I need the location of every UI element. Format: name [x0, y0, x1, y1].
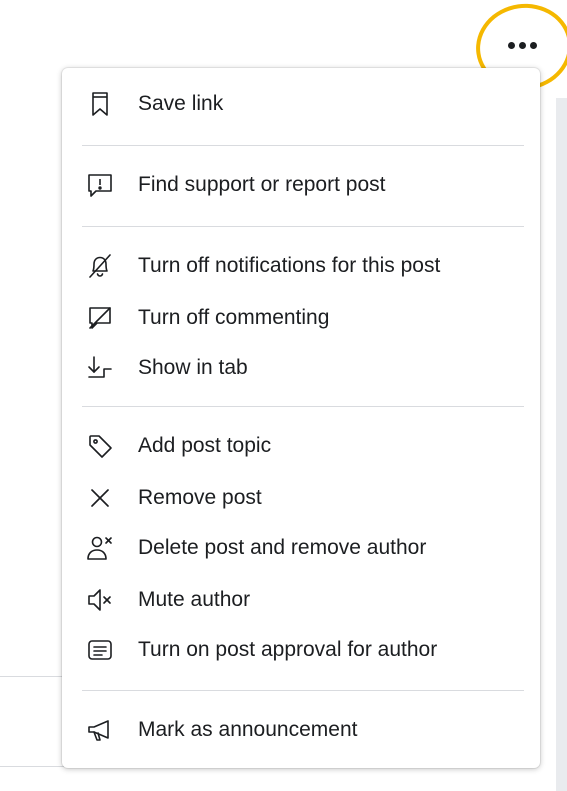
- mute-icon: [86, 586, 114, 614]
- post-divider: [0, 766, 64, 767]
- close-icon: [86, 484, 114, 512]
- report-icon: [86, 171, 114, 199]
- menu-item-delete-post-remove-author[interactable]: Delete post and remove author: [62, 524, 540, 572]
- comment-off-icon: [86, 304, 114, 332]
- post-divider: [0, 676, 64, 677]
- menu-item-label: Delete post and remove author: [138, 536, 427, 559]
- menu-item-label: Mark as announcement: [138, 718, 358, 741]
- more-horizontal-icon-dot: [529, 41, 537, 49]
- approval-icon: [86, 636, 114, 664]
- menu-item-add-post-topic[interactable]: Add post topic: [62, 422, 540, 470]
- more-horizontal-icon: [507, 41, 515, 49]
- menu-divider: [82, 145, 524, 146]
- menu-divider: [82, 406, 524, 407]
- menu-item-mute-author[interactable]: Mute author: [62, 576, 540, 624]
- bell-off-icon: [86, 252, 114, 280]
- menu-item-label: Remove post: [138, 486, 262, 509]
- menu-item-label: Show in tab: [138, 356, 248, 379]
- bookmark-icon: [86, 90, 114, 118]
- menu-item-label: Save link: [138, 92, 224, 115]
- menu-item-post-approval[interactable]: Turn on post approval for author: [62, 626, 540, 674]
- more-options-button[interactable]: [500, 28, 544, 62]
- menu-divider: [82, 690, 524, 691]
- menu-item-turn-off-commenting[interactable]: Turn off commenting: [62, 294, 540, 342]
- menu-item-mark-announcement[interactable]: Mark as announcement: [62, 706, 540, 754]
- menu-divider: [82, 226, 524, 227]
- menu-item-report-post[interactable]: Find support or report post: [62, 161, 540, 209]
- remove-user-icon: [86, 534, 114, 562]
- tag-icon: [86, 432, 114, 460]
- menu-item-label: Turn off commenting: [138, 306, 330, 329]
- scroll-rail: [556, 98, 567, 791]
- menu-item-label: Add post topic: [138, 434, 272, 457]
- megaphone-icon: [86, 716, 114, 744]
- menu-item-remove-post[interactable]: Remove post: [62, 474, 540, 522]
- menu-item-save-link[interactable]: Save link: [62, 80, 540, 128]
- menu-item-show-in-tab[interactable]: Show in tab: [62, 344, 540, 392]
- menu-item-label: Turn on post approval for author: [138, 638, 438, 661]
- menu-item-turn-off-notifications[interactable]: Turn off notifications for this post: [62, 242, 540, 290]
- post-options-menu: Save link Find support or report post Tu…: [62, 68, 540, 768]
- more-horizontal-icon-dot: [518, 41, 526, 49]
- show-in-tab-icon: [86, 354, 114, 382]
- menu-item-label: Find support or report post: [138, 173, 386, 196]
- menu-item-label: Mute author: [138, 588, 251, 611]
- menu-item-label: Turn off notifications for this post: [138, 254, 441, 277]
